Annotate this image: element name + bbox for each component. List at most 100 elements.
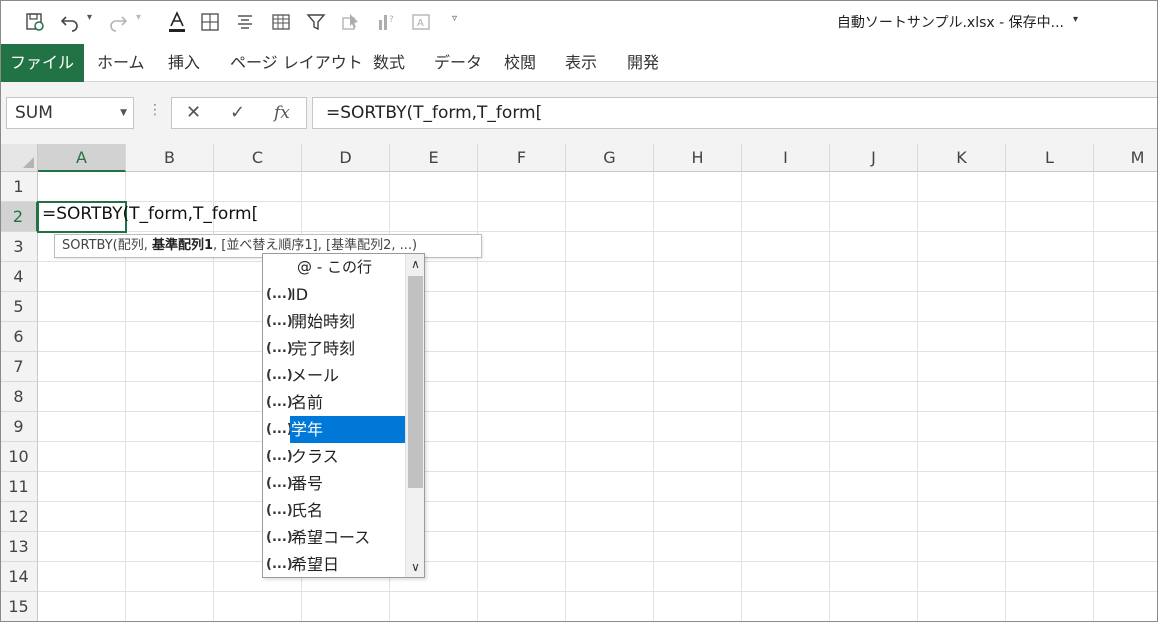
textbox-icon[interactable]: A xyxy=(410,10,432,34)
row-header-13[interactable]: 13 xyxy=(0,532,38,562)
tab-file[interactable]: ファイル xyxy=(0,44,84,82)
scroll-down-icon[interactable]: ∨ xyxy=(406,557,424,577)
dropdown-item[interactable]: (...) ID xyxy=(263,281,406,308)
column-header-b[interactable]: B xyxy=(126,144,214,172)
title-dropdown-icon[interactable]: ▾ xyxy=(1073,14,1078,25)
row-header-11[interactable]: 11 xyxy=(0,472,38,502)
dropdown-item[interactable]: (...) 氏名 xyxy=(263,497,406,524)
row-header-7[interactable]: 7 xyxy=(0,352,38,382)
gridline-horizontal xyxy=(38,321,1158,322)
document-title[interactable]: 自動ソートサンプル.xlsx - 保存中... xyxy=(837,12,1064,32)
tab-formulas[interactable]: 数式 xyxy=(373,44,405,82)
column-header-i[interactable]: I xyxy=(742,144,830,172)
column-header-c[interactable]: C xyxy=(214,144,302,172)
redo-dropdown-icon[interactable]: ▾ xyxy=(136,12,141,23)
tab-insert[interactable]: 挿入 xyxy=(168,44,200,82)
select-objects-icon[interactable] xyxy=(340,10,362,34)
row-header-12[interactable]: 12 xyxy=(0,502,38,532)
dropdown-item[interactable]: (...) 完了時刻 xyxy=(263,335,406,362)
tab-review[interactable]: 校閲 xyxy=(504,44,536,82)
tooltip-function: SORTBY(配列, xyxy=(62,238,152,253)
column-header-h[interactable]: H xyxy=(654,144,742,172)
undo-icon[interactable] xyxy=(58,10,82,34)
dropdown-item[interactable]: (...) 学年 xyxy=(263,416,406,443)
row-header-10[interactable]: 10 xyxy=(0,442,38,472)
insert-function-button[interactable]: fx xyxy=(274,98,290,128)
formula-bar-resize-handle[interactable]: ⋮ xyxy=(148,102,162,118)
gridline-horizontal xyxy=(38,381,1158,382)
filter-icon[interactable] xyxy=(305,10,327,34)
row-header-2[interactable]: 2 xyxy=(0,202,38,232)
cancel-icon[interactable]: ✕ xyxy=(186,98,201,128)
column-header-g[interactable]: G xyxy=(566,144,654,172)
dropdown-item[interactable]: (...) メール xyxy=(263,362,406,389)
cell-a2-editing-text[interactable]: =SORTBY(T_form,T_form[ xyxy=(42,204,258,224)
table-column-icon: (...) xyxy=(266,530,293,545)
dropdown-item-label: 氏名 xyxy=(291,501,324,520)
dropdown-item[interactable]: (...) 開始時刻 xyxy=(263,308,406,335)
redo-icon[interactable] xyxy=(106,10,130,34)
autosave-icon[interactable] xyxy=(24,10,46,34)
formula-input[interactable]: =SORTBY(T_form,T_form[ xyxy=(312,97,1158,129)
formula-bar-area: SUM ▼ ⋮ ✕ ✓ fx =SORTBY(T_form,T_form[ xyxy=(0,82,1158,144)
row-header-1[interactable]: 1 xyxy=(0,172,38,202)
column-header-l[interactable]: L xyxy=(1006,144,1094,172)
row-header-3[interactable]: 3 xyxy=(0,232,38,262)
tab-developer[interactable]: 開発 xyxy=(627,44,659,82)
dropdown-item-label: 開始時刻 xyxy=(291,312,356,331)
tab-home[interactable]: ホーム xyxy=(97,44,145,82)
chart-icon[interactable]: ? xyxy=(375,10,397,34)
gridline-horizontal xyxy=(38,231,1158,232)
dropdown-item-label: 完了時刻 xyxy=(291,339,356,358)
gridline-vertical xyxy=(653,172,654,622)
tab-view[interactable]: 表示 xyxy=(565,44,597,82)
dropdown-item[interactable]: (...) 希望日 xyxy=(263,551,406,577)
gridline-horizontal xyxy=(38,261,1158,262)
gridline-horizontal xyxy=(38,531,1158,532)
row-header-15[interactable]: 15 xyxy=(0,592,38,622)
dropdown-item[interactable]: (...) クラス xyxy=(263,443,406,470)
table-column-icon: (...) xyxy=(266,287,293,302)
undo-dropdown-icon[interactable]: ▾ xyxy=(87,12,92,23)
font-color-icon[interactable] xyxy=(166,10,188,34)
scroll-up-icon[interactable]: ∧ xyxy=(406,254,424,274)
row-header-8[interactable]: 8 xyxy=(0,382,38,412)
worksheet-grid[interactable]: ABCDEFGHIJKLM 1 2 3 4 5 6 7 8 9 10 11 12 13 14 15 =SOR… xyxy=(0,144,1158,622)
column-header-m[interactable]: M xyxy=(1094,144,1158,172)
table-icon[interactable] xyxy=(270,10,292,34)
tab-page-layout[interactable]: ページ レイアウト xyxy=(230,44,363,82)
gridline-vertical xyxy=(917,172,918,622)
align-center-icon[interactable] xyxy=(234,10,256,34)
column-header-j[interactable]: J xyxy=(830,144,918,172)
dropdown-scrollbar[interactable]: ∧ ∨ xyxy=(405,254,424,577)
column-header-f[interactable]: F xyxy=(478,144,566,172)
row-header-6[interactable]: 6 xyxy=(0,322,38,352)
column-header-k[interactable]: K xyxy=(918,144,1006,172)
name-box-dropdown-icon[interactable]: ▼ xyxy=(120,98,127,128)
dropdown-item[interactable]: (...) 名前 xyxy=(263,389,406,416)
dropdown-item[interactable]: (...) 希望コース xyxy=(263,524,406,551)
name-box[interactable]: SUM ▼ xyxy=(6,97,134,129)
tooltip-remaining-arguments: , [並べ替え順序1], [基準配列2, ...) xyxy=(213,238,418,253)
row-header-4[interactable]: 4 xyxy=(0,262,38,292)
column-header-d[interactable]: D xyxy=(302,144,390,172)
autocomplete-dropdown[interactable]: @ - この行 (...) ID (...) 開始時刻 (...) 完了時刻 (...) メー… xyxy=(262,253,425,578)
customize-qat-icon[interactable]: ▿ xyxy=(452,13,457,24)
row-header-14[interactable]: 14 xyxy=(0,562,38,592)
dropdown-item-label: 学年 xyxy=(290,416,405,443)
select-all-triangle-icon xyxy=(23,157,34,168)
borders-icon[interactable] xyxy=(199,10,221,34)
tab-data[interactable]: データ xyxy=(434,44,482,82)
scrollbar-thumb[interactable] xyxy=(408,276,423,488)
select-all-button[interactable] xyxy=(0,144,38,172)
table-column-icon: (...) xyxy=(266,395,293,410)
column-header-a[interactable]: A xyxy=(38,144,126,172)
enter-check-icon[interactable]: ✓ xyxy=(230,98,245,128)
row-header-9[interactable]: 9 xyxy=(0,412,38,442)
dropdown-item[interactable]: (...) 番号 xyxy=(263,470,406,497)
tooltip-current-argument: 基準配列1 xyxy=(152,238,214,253)
dropdown-item-label: 名前 xyxy=(291,393,324,412)
row-header-5[interactable]: 5 xyxy=(0,292,38,322)
this-row-item[interactable]: @ - この行 xyxy=(263,254,406,281)
column-header-e[interactable]: E xyxy=(390,144,478,172)
